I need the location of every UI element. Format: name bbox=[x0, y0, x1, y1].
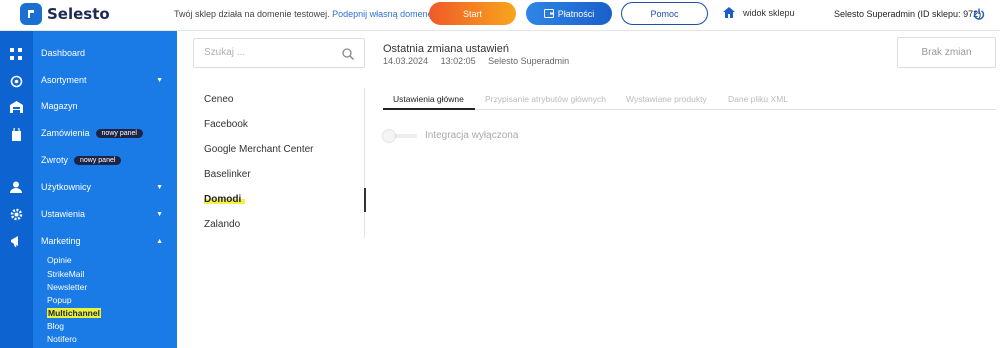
user-label: Selesto Superadmin (ID sklepu: 972) bbox=[834, 9, 982, 19]
chevron-down-icon: ▼ bbox=[156, 183, 163, 191]
integration-status-label: Integracja wyłączona bbox=[425, 130, 519, 141]
shop-view-label: widok sklepu bbox=[743, 7, 795, 18]
shop-view-link[interactable]: widok sklepu bbox=[723, 7, 795, 18]
sidebar-item-returns[interactable]: Zwroty nowy panel bbox=[41, 152, 169, 168]
last-change-info: 14.03.2024 13:02:05 Selesto Superadmin bbox=[383, 56, 579, 66]
sidebar-item-label: Asortyment bbox=[41, 75, 87, 85]
toggle-knob bbox=[383, 130, 395, 142]
assortment-icon[interactable] bbox=[8, 73, 24, 89]
help-button[interactable]: Pomoc bbox=[621, 2, 708, 25]
top-bar: Selesto Twój sklep działa na domenie tes… bbox=[0, 0, 1000, 31]
active-tab-underline bbox=[383, 108, 475, 110]
new-panel-badge: nowy panel bbox=[74, 155, 122, 165]
channel-item-zalando[interactable]: Zalando bbox=[204, 219, 240, 230]
channel-item-google-merchant-center[interactable]: Google Merchant Center bbox=[204, 144, 314, 155]
last-change-time: 13:02:05 bbox=[440, 56, 476, 66]
marketing-megaphone-icon[interactable] bbox=[8, 233, 24, 249]
submenu-item-blog[interactable]: Blog bbox=[47, 321, 64, 331]
logo[interactable]: Selesto bbox=[20, 3, 110, 25]
domain-notice: Twój sklep działa na domenie testowej. P… bbox=[174, 9, 433, 19]
new-panel-badge: nowy panel bbox=[95, 128, 143, 138]
submenu-item-strikemail[interactable]: StrikeMail bbox=[47, 269, 84, 279]
sidebar-icon-bar bbox=[0, 31, 33, 348]
users-icon[interactable] bbox=[8, 179, 24, 195]
dashboard-icon[interactable] bbox=[8, 46, 24, 62]
submenu-item-popup[interactable]: Popup bbox=[47, 295, 72, 305]
sidebar-item-warehouse[interactable]: Magazyn bbox=[41, 98, 169, 114]
settings-gear-icon[interactable] bbox=[8, 206, 24, 222]
sidebar-item-label: Ustawienia bbox=[41, 209, 86, 219]
search-box bbox=[193, 38, 365, 68]
sidebar-item-settings[interactable]: Ustawienia ▼ bbox=[41, 206, 169, 222]
submenu-item-notifero[interactable]: Notifero bbox=[47, 334, 77, 344]
tab-main-settings[interactable]: Ustawienia główne bbox=[393, 94, 464, 104]
submenu-item-newsletter[interactable]: Newsletter bbox=[47, 282, 87, 292]
tab-listed-products[interactable]: Wystawiane produkty bbox=[626, 94, 707, 104]
active-channel-indicator bbox=[364, 188, 366, 212]
power-icon bbox=[973, 8, 985, 20]
logo-text: Selesto bbox=[47, 5, 110, 23]
integration-toggle[interactable] bbox=[383, 130, 417, 142]
channel-item-domodi[interactable]: Domodi bbox=[204, 194, 246, 205]
start-button[interactable]: Start bbox=[429, 2, 516, 25]
logout-button[interactable] bbox=[973, 7, 985, 25]
sidebar-item-label: Dashboard bbox=[41, 48, 86, 58]
payments-button[interactable]: Płatności bbox=[526, 2, 612, 25]
warehouse-icon[interactable] bbox=[8, 99, 24, 115]
chevron-down-icon: ▼ bbox=[156, 210, 163, 218]
payments-label: Płatności bbox=[557, 8, 595, 19]
last-change-user: Selesto Superadmin bbox=[488, 56, 570, 66]
tab-attribute-mapping[interactable]: Przypisanie atrybutów głównych bbox=[485, 94, 606, 104]
home-icon bbox=[723, 7, 735, 18]
no-changes-button[interactable]: Brak zmian bbox=[897, 37, 996, 68]
tab-xml-data[interactable]: Dane pliku XML bbox=[728, 94, 788, 104]
channel-item-facebook[interactable]: Facebook bbox=[204, 119, 248, 130]
sidebar-item-users[interactable]: Użytkownicy ▼ bbox=[41, 179, 169, 195]
sidebar-item-label: Użytkownicy bbox=[41, 182, 92, 192]
channel-list: Ceneo Facebook Google Merchant Center Ba… bbox=[193, 88, 366, 238]
sidebar-item-assortment[interactable]: Asortyment ▼ bbox=[41, 72, 169, 88]
last-change-date: 14.03.2024 bbox=[383, 56, 429, 66]
sidebar: Dashboard Asortyment ▼ Magazyn Zamówieni… bbox=[33, 31, 177, 348]
sidebar-item-orders[interactable]: Zamówienia nowy panel bbox=[41, 125, 169, 141]
submenu-item-multichannel[interactable]: Multichannel bbox=[47, 308, 101, 318]
submenu-item-opinie[interactable]: Opinie bbox=[47, 255, 72, 265]
orders-icon[interactable] bbox=[8, 126, 24, 142]
sidebar-item-dashboard[interactable]: Dashboard bbox=[41, 45, 169, 61]
chevron-up-icon: ▲ bbox=[156, 237, 163, 245]
chevron-down-icon: ▼ bbox=[156, 76, 163, 84]
notice-text: Twój sklep działa na domenie testowej. bbox=[174, 9, 330, 19]
sidebar-item-label: Zwroty bbox=[41, 155, 68, 165]
last-change-title: Ostatnia zmiana ustawień bbox=[383, 43, 509, 55]
search-input[interactable] bbox=[204, 47, 334, 58]
channel-item-baselinker[interactable]: Baselinker bbox=[204, 169, 251, 180]
selesto-logo-icon bbox=[20, 3, 42, 25]
connect-domain-link[interactable]: Podepnij własną domenę bbox=[332, 9, 433, 19]
sidebar-item-label: Magazyn bbox=[41, 101, 78, 111]
channel-item-ceneo[interactable]: Ceneo bbox=[204, 94, 233, 105]
wallet-icon bbox=[543, 9, 554, 18]
sidebar-item-label: Zamówienia bbox=[41, 128, 90, 138]
sidebar-item-label: Marketing bbox=[41, 236, 81, 246]
settings-tabs: Ustawienia główne Przypisanie atrybutów … bbox=[383, 88, 996, 110]
sidebar-item-marketing[interactable]: Marketing ▲ bbox=[41, 233, 169, 249]
search-icon[interactable] bbox=[342, 47, 354, 65]
